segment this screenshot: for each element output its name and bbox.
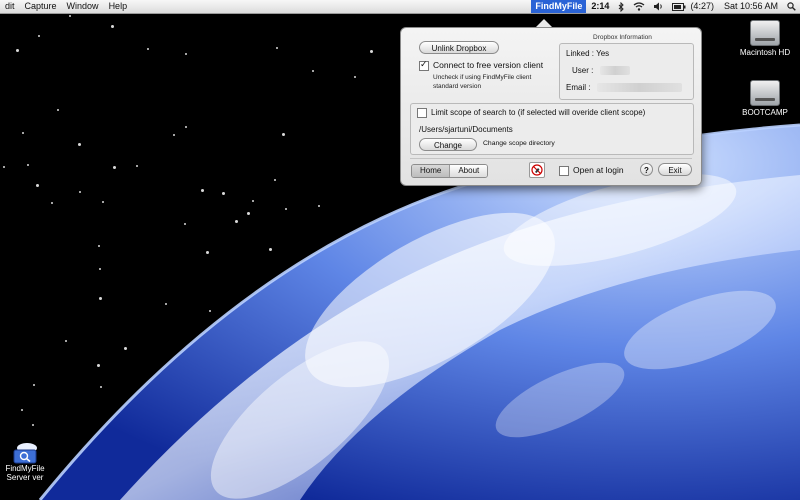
battery-time[interactable]: (4:27) (690, 0, 719, 13)
spotlight-icon[interactable] (783, 0, 800, 13)
tab-home[interactable]: Home (412, 165, 450, 177)
bluetooth-icon[interactable] (614, 0, 629, 13)
star (50, 201, 53, 204)
connect-free-checkbox[interactable] (419, 59, 429, 71)
panel-divider (410, 158, 692, 159)
battery-icon[interactable] (668, 0, 690, 13)
panel-tab-bar: Home About (411, 164, 489, 178)
findmyfile-server-icon (10, 442, 40, 464)
user-label: User : (572, 66, 594, 75)
star (112, 165, 116, 169)
scope-group: Limit scope of search to (if selected wi… (410, 103, 694, 155)
connect-hint-line1: Uncheck if using FindMyFile client (433, 74, 532, 81)
change-scope-button[interactable]: Change (419, 138, 477, 151)
star (97, 244, 100, 247)
unlink-dropbox-button[interactable]: Unlink Dropbox (419, 41, 499, 54)
volume-icon[interactable] (649, 0, 668, 13)
connect-free-label: Connect to free version client (433, 60, 544, 70)
menu-item-help[interactable]: Help (104, 0, 133, 13)
limit-scope-label: Limit scope of search to (if selected wi… (431, 108, 646, 118)
star (98, 297, 102, 301)
dropbox-info-group: Linked : Yes User : Email : (559, 43, 694, 100)
desktop-icon-label: BOOTCAMP (742, 108, 788, 117)
star (205, 250, 209, 254)
desktop-icon-label: Macintosh HD (739, 48, 791, 57)
star (64, 339, 67, 342)
findmyfile-popover: Unlink Dropbox Connect to free version c… (400, 27, 702, 186)
dropbox-info-title: Dropbox Information (593, 34, 652, 41)
change-scope-hint: Change scope directory (483, 140, 555, 147)
user-value-redacted (599, 66, 630, 76)
star (317, 204, 320, 207)
limit-scope-checkbox[interactable] (417, 108, 427, 118)
email-label: Email : (566, 83, 591, 92)
help-button[interactable]: ? (640, 163, 653, 176)
scope-path: /Users/sjartuni/Documents (419, 125, 513, 134)
limit-scope-row[interactable]: Limit scope of search to (if selected wi… (417, 108, 645, 118)
connect-free-row[interactable]: Connect to free version client (419, 59, 544, 71)
time-machine-status[interactable]: 2:14 (586, 0, 614, 13)
tab-about[interactable]: About (449, 165, 488, 177)
star (252, 199, 255, 202)
menu-bar: dit Capture Window Help FindMyFile 2:14 … (0, 0, 800, 14)
hard-drive-icon (750, 20, 780, 46)
linked-value: Yes (596, 49, 610, 58)
popover-arrow (536, 19, 552, 27)
star (221, 192, 225, 196)
menu-item-capture[interactable]: Capture (20, 0, 62, 13)
star (200, 189, 204, 193)
star (185, 52, 188, 55)
desktop-icon-label: FindMyFileServer ver (5, 464, 45, 482)
star (268, 247, 272, 251)
star (78, 142, 82, 146)
star (246, 212, 250, 215)
open-at-login-row[interactable]: Open at login (559, 165, 624, 176)
exit-button[interactable]: Exit (658, 163, 692, 176)
desktop-icon-findmyfile-server[interactable]: FindMyFileServer ver (0, 442, 50, 482)
open-at-login-label: Open at login (573, 165, 624, 175)
desktop-icon-macintosh-hd[interactable]: Macintosh HD (730, 20, 800, 57)
menu-item-edit[interactable]: dit (0, 0, 20, 13)
star (284, 207, 287, 210)
star (37, 35, 40, 37)
menubar-clock[interactable]: Sat 10:56 AM (719, 0, 783, 13)
findmyfile-menu-extra[interactable]: FindMyFile (531, 0, 587, 13)
hard-drive-icon (750, 80, 780, 106)
desktop-icon-bootcamp[interactable]: BOOTCAMP (730, 80, 800, 117)
star (370, 49, 374, 53)
wifi-icon[interactable] (629, 0, 649, 13)
linked-label: Linked : (566, 49, 595, 58)
email-value-redacted (596, 83, 682, 93)
star (96, 363, 100, 367)
star (31, 423, 34, 426)
star (184, 125, 187, 128)
connect-hint-line2: standard version (433, 83, 482, 90)
menu-item-window[interactable]: Window (62, 0, 104, 13)
pin-icon[interactable] (529, 162, 545, 178)
open-at-login-checkbox[interactable] (559, 165, 569, 176)
